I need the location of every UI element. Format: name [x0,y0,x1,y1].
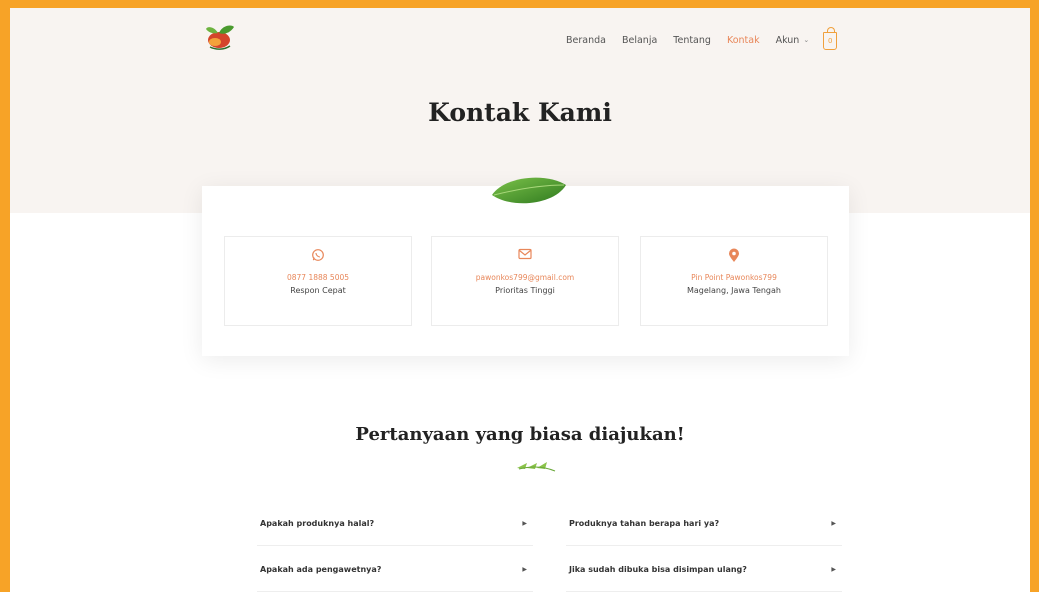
faq-item[interactable]: Apakah ada pengawetnya? ▶ [257,548,533,592]
faq-item[interactable]: Apakah produknya halal? ▶ [257,502,533,546]
contact-phone[interactable]: 0877 1888 5005 [225,273,411,282]
nav-item-akun[interactable]: Akun ⌄ [776,35,810,46]
cart-count: 0 [827,37,833,45]
mail-icon [518,248,532,260]
brand-logo[interactable] [202,23,236,51]
contact-email-caption: Prioritas Tinggi [495,286,555,295]
caret-right-icon: ▶ [522,566,527,573]
nav-item-tentang[interactable]: Tentang [673,35,711,46]
caret-right-icon: ▶ [522,520,527,527]
contact-location[interactable]: Pin Point Pawonkos799 [641,273,827,282]
contact-phone-caption: Respon Cepat [290,286,346,295]
contact-box-email: pawonkos799@gmail.com Prioritas Tinggi [431,236,619,326]
faq-question: Apakah ada pengawetnya? [260,565,382,574]
nav-item-kontak[interactable]: Kontak [727,35,760,46]
caret-right-icon: ▶ [831,520,836,527]
contact-card: 0877 1888 5005 Respon Cepat pawonkos799@… [202,186,849,356]
faq-question: Apakah produknya halal? [260,519,375,528]
chevron-down-icon: ⌄ [803,36,810,44]
nav-item-belanja[interactable]: Belanja [622,35,657,46]
contact-box-location: Pin Point Pawonkos799 Magelang, Jawa Ten… [640,236,828,326]
faq-question: Produknya tahan berapa hari ya? [569,519,720,528]
nav-item-beranda[interactable]: Beranda [566,35,606,46]
contact-location-caption: Magelang, Jawa Tengah [687,286,781,295]
leaf-ornament-icon [517,462,556,472]
faq-question: Jika sudah dibuka bisa disimpan ulang? [569,565,747,574]
leaf-decoration [492,177,566,204]
contact-email[interactable]: pawonkos799@gmail.com [432,273,618,282]
faq-title: Pertanyaan yang biasa diajukan! [355,424,685,445]
faq-item[interactable]: Produknya tahan berapa hari ya? ▶ [566,502,842,546]
whatsapp-icon [312,249,324,261]
cart-icon[interactable]: 0 [823,27,838,50]
caret-right-icon: ▶ [831,566,836,573]
page-title: Kontak Kami [428,98,612,127]
nav-akun-label: Akun [775,34,800,46]
faq-item[interactable]: Jika sudah dibuka bisa disimpan ulang? ▶ [566,548,842,592]
contact-box-whatsapp: 0877 1888 5005 Respon Cepat [224,236,412,326]
location-pin-icon [729,248,739,262]
main-nav: Beranda Belanja Tentang Kontak Akun ⌄ 0 [566,27,838,50]
page-frame: Beranda Belanja Tentang Kontak Akun ⌄ 0 … [10,8,1030,592]
